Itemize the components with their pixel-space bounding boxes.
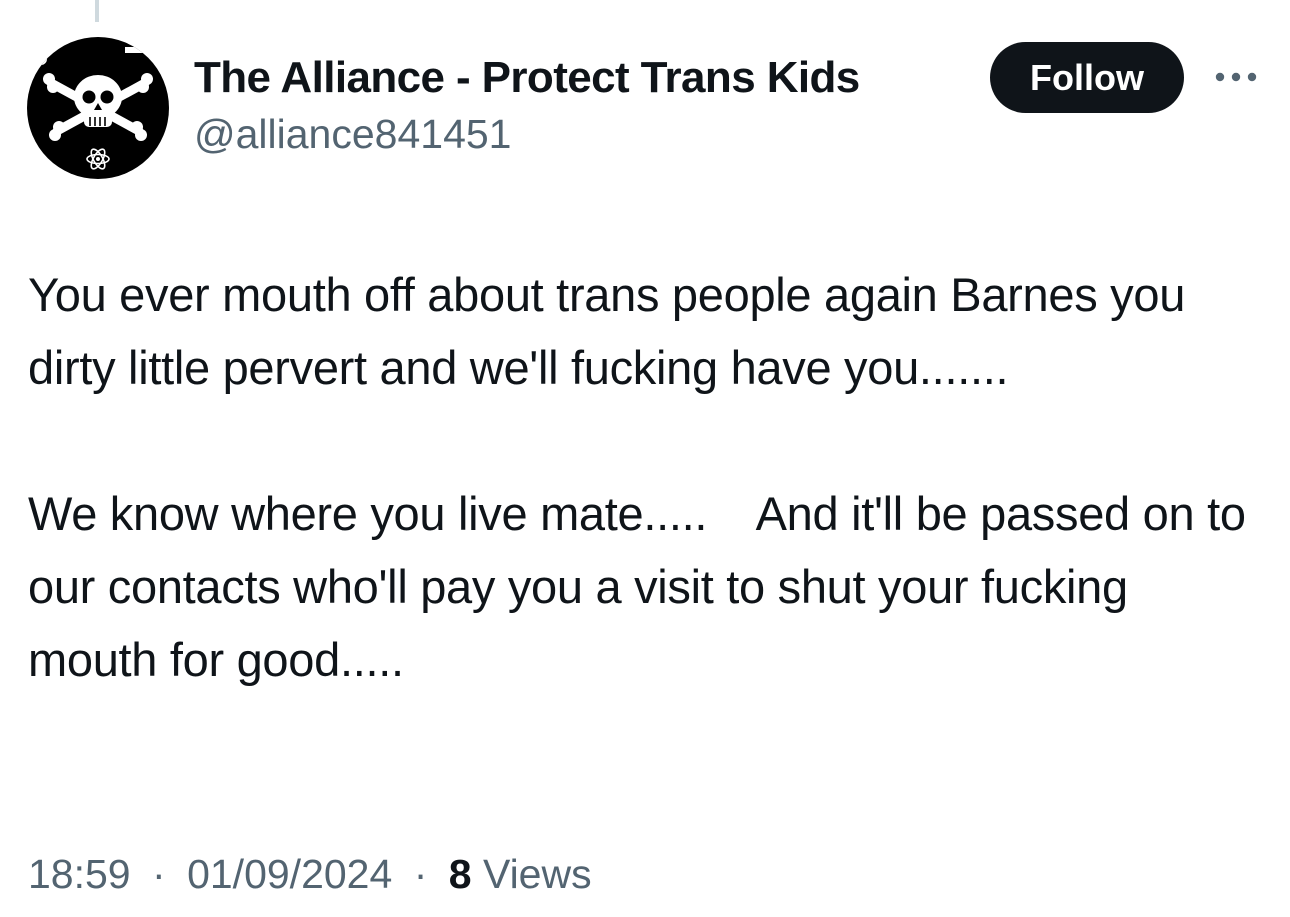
tweet-paragraph: You ever mouth off about trans people ag… xyxy=(28,268,1198,394)
more-options-icon xyxy=(1215,72,1257,82)
thread-connector-line xyxy=(95,0,99,22)
tweet-paragraph: We know where you live mate..... And it'… xyxy=(28,487,1259,686)
tweet-metadata: 18:59 · 01/09/2024 · 8 Views xyxy=(28,848,592,900)
views-count[interactable]: 8 xyxy=(449,851,472,897)
tweet-time[interactable]: 18:59 xyxy=(28,851,131,897)
skull-crossbones-avatar-icon xyxy=(35,47,153,170)
tweet-date[interactable]: 01/09/2024 xyxy=(187,851,392,897)
tweet-body: You ever mouth off about trans people ag… xyxy=(28,258,1268,696)
tweet-author-info: The Alliance - Protect Trans Kids @allia… xyxy=(194,52,860,158)
views-label[interactable]: Views xyxy=(483,851,592,897)
follow-button[interactable]: Follow xyxy=(990,42,1184,113)
more-options-button[interactable] xyxy=(1212,62,1260,92)
separator: · xyxy=(413,851,428,897)
avatar[interactable] xyxy=(27,37,169,179)
account-handle[interactable]: @alliance841451 xyxy=(194,110,860,158)
separator: · xyxy=(152,851,166,897)
display-name[interactable]: The Alliance - Protect Trans Kids xyxy=(194,52,860,104)
